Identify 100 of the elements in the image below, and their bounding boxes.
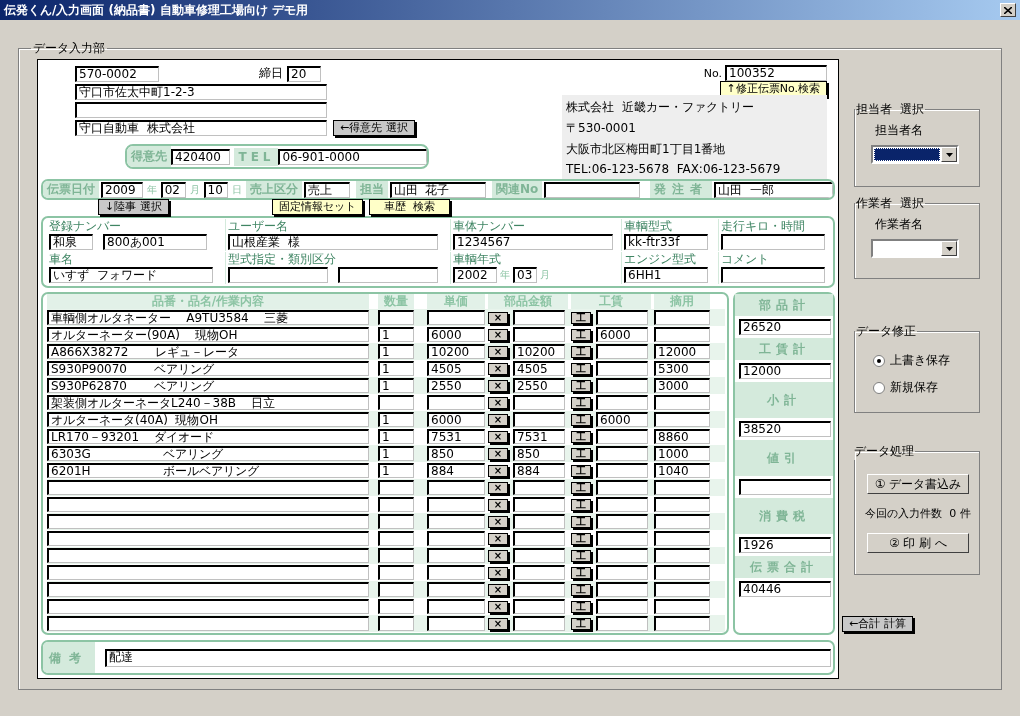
input-field[interactable] — [654, 599, 710, 615]
clear-button[interactable]: × — [488, 617, 508, 630]
input-field[interactable] — [596, 548, 648, 564]
input-field[interactable] — [654, 497, 710, 513]
input-field[interactable]: 2550 — [513, 378, 565, 394]
input-field[interactable] — [596, 531, 648, 547]
input-field[interactable] — [654, 412, 710, 428]
input-field[interactable] — [654, 514, 710, 530]
input-field[interactable]: 1926 — [739, 537, 831, 554]
input-field[interactable]: 40446 — [739, 581, 831, 598]
input-field[interactable]: 和泉 — [49, 234, 93, 251]
input-field[interactable]: LR170－93201 ダイオード — [47, 429, 369, 445]
select-button[interactable]: ←得意先 選択 — [333, 120, 415, 136]
input-field[interactable]: 山田 花子 — [389, 181, 486, 198]
input-field[interactable]: 1 — [378, 361, 414, 377]
input-field[interactable] — [513, 582, 565, 598]
input-field[interactable]: 100352 — [725, 65, 827, 81]
input-field[interactable] — [427, 548, 485, 564]
input-field[interactable] — [654, 327, 710, 343]
input-field[interactable] — [654, 395, 710, 411]
input-field[interactable] — [427, 599, 485, 615]
input-field[interactable]: 10200 — [513, 344, 565, 360]
input-field[interactable] — [721, 234, 825, 251]
input-field[interactable]: いすず フォワード — [49, 267, 213, 284]
input-field[interactable] — [378, 310, 414, 326]
clear-button[interactable]: × — [488, 430, 508, 443]
labor-button[interactable]: 工 — [571, 617, 591, 630]
input-field[interactable] — [596, 599, 648, 615]
input-field[interactable] — [513, 548, 565, 564]
input-field[interactable]: 守口市佐太中町1-2-3 — [75, 84, 327, 100]
input-field[interactable] — [513, 531, 565, 547]
input-field[interactable] — [654, 310, 710, 326]
input-field[interactable]: 車輌側オルタネーター A9TU3584 三菱 — [47, 310, 369, 326]
write-button[interactable]: ① データ書込み — [867, 474, 969, 494]
input-field[interactable]: 02 — [160, 181, 186, 198]
input-field[interactable] — [47, 616, 369, 632]
input-field[interactable] — [513, 616, 565, 632]
input-field[interactable] — [596, 565, 648, 581]
labor-button[interactable]: 工 — [571, 379, 591, 392]
input-field[interactable] — [427, 497, 485, 513]
clear-button[interactable]: × — [488, 328, 508, 341]
clear-button[interactable]: × — [488, 600, 508, 613]
input-field[interactable]: 1000 — [654, 446, 710, 462]
dropdown[interactable] — [871, 239, 959, 258]
input-field[interactable] — [596, 310, 648, 326]
input-field[interactable]: 1 — [378, 344, 414, 360]
input-field[interactable]: 8860 — [654, 429, 710, 445]
input-field[interactable]: 2002 — [453, 267, 497, 284]
input-field[interactable] — [654, 531, 710, 547]
action-button[interactable]: 固定情報セット — [271, 199, 363, 216]
input-field[interactable]: 2009 — [101, 181, 143, 198]
input-field[interactable] — [228, 267, 328, 284]
labor-button[interactable]: 工 — [571, 464, 591, 477]
input-field[interactable]: 6000 — [596, 412, 648, 428]
close-button[interactable] — [1000, 3, 1016, 17]
input-field[interactable]: 1 — [378, 378, 414, 394]
labor-button[interactable]: 工 — [571, 328, 591, 341]
labor-button[interactable]: 工 — [571, 396, 591, 409]
labor-button[interactable]: 工 — [571, 345, 591, 358]
input-field[interactable] — [596, 480, 648, 496]
input-field[interactable]: 1 — [378, 463, 414, 479]
input-field[interactable] — [47, 497, 369, 513]
input-field[interactable] — [513, 327, 565, 343]
input-field[interactable] — [378, 497, 414, 513]
clear-button[interactable]: × — [488, 379, 508, 392]
input-field[interactable]: 10200 — [427, 344, 485, 360]
input-field[interactable]: 884 — [427, 463, 485, 479]
clear-button[interactable]: × — [488, 464, 508, 477]
input-field[interactable] — [47, 582, 369, 598]
labor-button[interactable]: 工 — [571, 549, 591, 562]
input-field[interactable]: 1 — [378, 429, 414, 445]
input-field[interactable] — [47, 599, 369, 615]
input-field[interactable] — [427, 531, 485, 547]
labor-button[interactable]: 工 — [571, 532, 591, 545]
clear-button[interactable]: × — [488, 498, 508, 511]
input-field[interactable]: 1 — [378, 446, 414, 462]
input-field[interactable]: 6000 — [596, 327, 648, 343]
input-field[interactable]: 10 — [203, 181, 229, 198]
clear-button[interactable]: × — [488, 583, 508, 596]
input-field[interactable]: 6201H ボールベアリング — [47, 463, 369, 479]
labor-button[interactable]: 工 — [571, 498, 591, 511]
clear-button[interactable]: × — [488, 566, 508, 579]
input-field[interactable]: 6HH1 — [624, 267, 708, 284]
clear-button[interactable]: × — [488, 481, 508, 494]
input-field[interactable] — [513, 514, 565, 530]
input-field[interactable]: 1234567 — [453, 234, 613, 251]
input-field[interactable]: オルターネータ(40A) 現物OH — [47, 412, 369, 428]
input-field[interactable]: 850 — [427, 446, 485, 462]
input-field[interactable]: 1 — [378, 412, 414, 428]
input-field[interactable]: 2550 — [427, 378, 485, 394]
input-field[interactable] — [596, 395, 648, 411]
input-field[interactable]: 売上 — [304, 181, 350, 198]
input-field[interactable] — [378, 531, 414, 547]
input-field[interactable]: 38520 — [739, 421, 831, 438]
input-field[interactable] — [338, 267, 438, 284]
input-field[interactable] — [513, 565, 565, 581]
input-field[interactable]: 6000 — [427, 412, 485, 428]
clear-button[interactable]: × — [488, 549, 508, 562]
input-field[interactable] — [427, 582, 485, 598]
clear-button[interactable]: × — [488, 396, 508, 409]
